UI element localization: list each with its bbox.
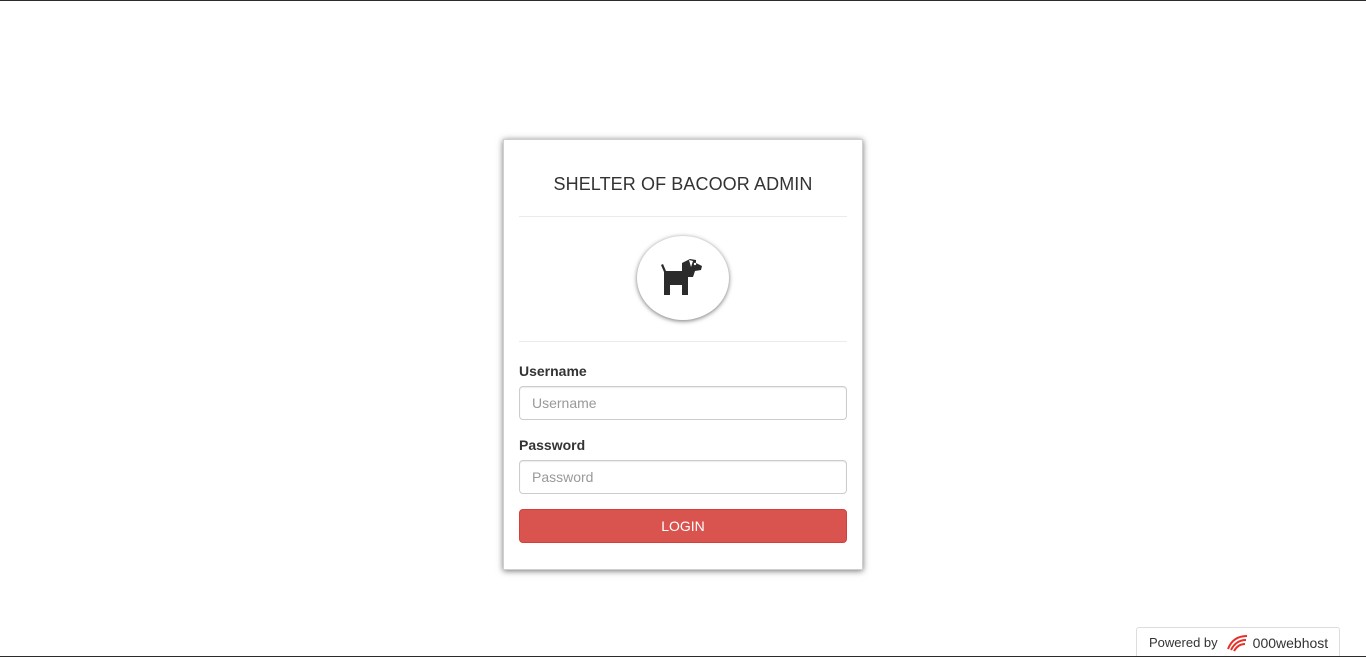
powered-by-text: Powered by — [1149, 635, 1218, 650]
powered-by-badge[interactable]: Powered by 000webhost — [1136, 627, 1340, 657]
username-label: Username — [519, 363, 587, 379]
top-border — [0, 0, 1366, 1]
dog-icon — [661, 259, 702, 295]
password-input[interactable] — [519, 460, 847, 494]
title-divider — [519, 216, 847, 217]
logo-avatar — [637, 236, 729, 320]
login-button[interactable]: LOGIN — [519, 509, 847, 543]
password-label: Password — [519, 437, 586, 453]
brand-name: 000webhost — [1252, 634, 1329, 651]
logo-divider — [519, 341, 847, 342]
000webhost-logo-icon — [1226, 634, 1247, 652]
username-input[interactable] — [519, 386, 847, 420]
login-card: SHELTER OF BACOOR ADMIN Username Passwor… — [503, 139, 863, 570]
login-title: SHELTER OF BACOOR ADMIN — [553, 174, 813, 194]
